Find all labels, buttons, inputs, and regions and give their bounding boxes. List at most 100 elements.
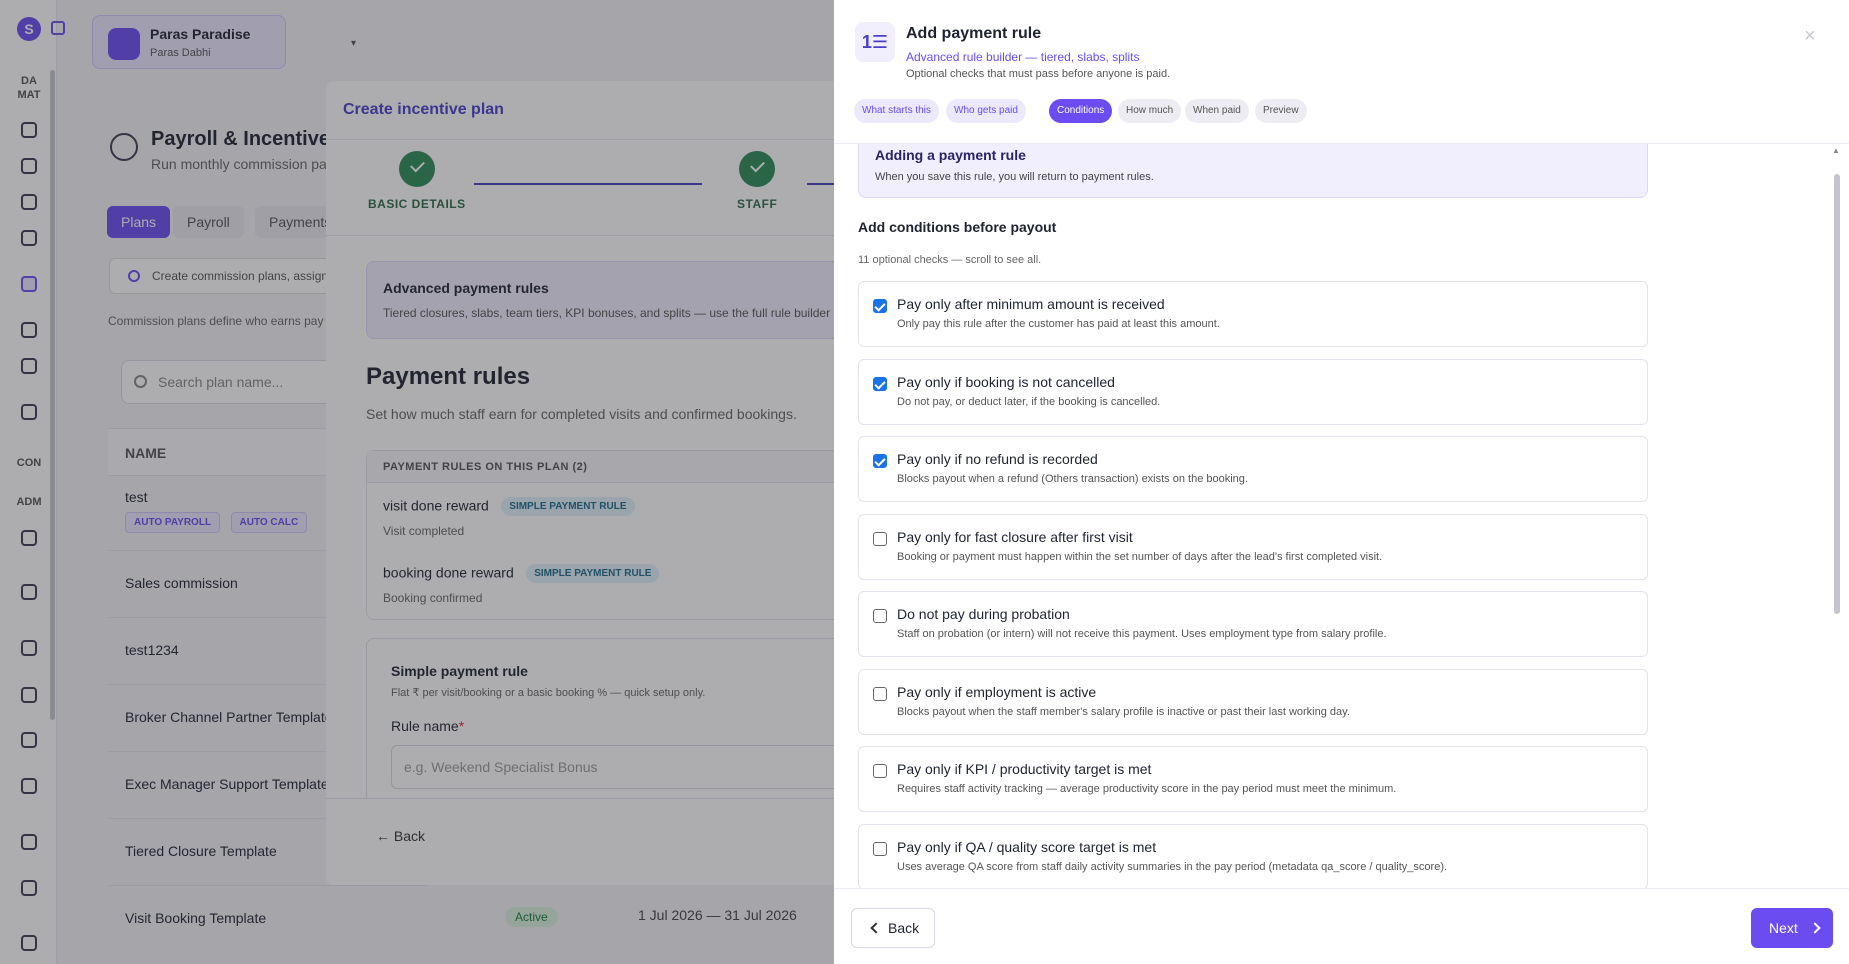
list-item[interactable]: visit done reward SIMPLE PAYMENT RULE Vi… xyxy=(383,497,635,538)
rule-type-badge: SIMPLE PAYMENT RULE xyxy=(501,497,635,516)
auto-payroll-badge: AUTO PAYROLL xyxy=(125,512,221,533)
condition-not-cancelled[interactable]: Pay only if booking is not cancelled Do … xyxy=(858,359,1648,425)
table-row[interactable]: Sales commission xyxy=(125,575,238,591)
payment-rules-list: PAYMENT RULES ON THIS PLAN (2) visit don… xyxy=(366,450,886,620)
divider xyxy=(326,139,886,140)
checklist-icon[interactable] xyxy=(21,404,37,420)
table-row[interactable]: test1234 xyxy=(125,642,179,658)
required-mark: * xyxy=(458,718,465,734)
table-row[interactable]: Broker Channel Partner Template xyxy=(125,709,333,725)
magnet-icon[interactable] xyxy=(21,158,37,174)
network-icon[interactable] xyxy=(21,732,37,748)
tab-what-starts-this[interactable]: What starts this xyxy=(854,99,939,123)
scroll-up-icon[interactable]: ▲ xyxy=(1832,146,1840,155)
adding-rule-note: Adding a payment rule When you save this… xyxy=(858,144,1648,198)
tab-how-much[interactable]: How much xyxy=(1118,99,1182,123)
phone-icon[interactable] xyxy=(21,584,37,600)
condition-probation[interactable]: Do not pay during probation Staff on pro… xyxy=(858,591,1648,657)
table-row[interactable]: test xyxy=(125,489,148,505)
building-icon[interactable] xyxy=(21,322,37,338)
condition-checkbox[interactable] xyxy=(873,842,887,856)
sidebar-section-label: DA MAT xyxy=(17,75,41,101)
step-staff[interactable]: STAFF xyxy=(737,151,777,211)
dashboard-icon[interactable] xyxy=(21,122,37,138)
condition-desc: Uses average QA score from staff daily a… xyxy=(897,861,1448,873)
tab-plans[interactable]: Plans xyxy=(107,206,171,238)
drawer-description: Optional checks that must pass before an… xyxy=(906,68,1171,80)
advanced-rules-banner[interactable]: Advanced payment rules Tiered closures, … xyxy=(366,261,886,339)
condition-desc: Requires staff activity tracking — avera… xyxy=(897,783,1397,795)
report-icon[interactable] xyxy=(21,687,37,703)
condition-fast-closure[interactable]: Pay only for fast closure after first vi… xyxy=(858,514,1648,580)
workspace-name: Paras Paradise xyxy=(150,26,251,42)
condition-checkbox[interactable] xyxy=(873,454,887,468)
drawer-scrollbar[interactable] xyxy=(1834,174,1840,614)
profile-icon[interactable] xyxy=(21,935,37,951)
search-icon xyxy=(134,375,147,388)
condition-checkbox[interactable] xyxy=(873,764,887,778)
list-icon[interactable] xyxy=(21,778,37,794)
condition-title: Pay only if employment is active xyxy=(897,684,1097,700)
condition-checkbox[interactable] xyxy=(873,687,887,701)
workspace-owner: Paras Dabhi xyxy=(150,47,211,59)
payroll-page-icon xyxy=(110,133,138,161)
condition-desc: Booking or payment must happen within th… xyxy=(897,551,1383,563)
modal-back-button[interactable]: ← Back xyxy=(376,828,425,844)
plan-badges: AUTO PAYROLL AUTO CALC xyxy=(125,512,313,533)
row-divider xyxy=(108,885,428,886)
condition-no-refund[interactable]: Pay only if no refund is recorded Blocks… xyxy=(858,436,1648,502)
user-add-icon[interactable] xyxy=(21,834,37,850)
search-placeholder: Search plan name... xyxy=(158,374,284,390)
step-label: BASIC DETAILS xyxy=(368,197,466,211)
lightbulb-icon xyxy=(128,270,140,282)
condition-title: Pay only if no refund is recorded xyxy=(897,451,1098,467)
mail-icon[interactable] xyxy=(21,640,37,656)
condition-checkbox[interactable] xyxy=(873,377,887,391)
table-row[interactable]: Visit Booking Template xyxy=(125,910,266,926)
hint-text: Create commission plans, assign xyxy=(152,269,329,283)
rule-name: booking done reward xyxy=(383,564,514,581)
tab-payroll[interactable]: Payroll xyxy=(173,206,244,238)
tab-who-gets-paid[interactable]: Who gets paid xyxy=(946,99,1026,123)
workspace-switcher[interactable]: Paras Paradise Paras Dabhi ▾ xyxy=(92,15,356,69)
table-row[interactable]: Exec Manager Support Template xyxy=(125,776,329,792)
condition-kpi-target[interactable]: Pay only if KPI / productivity target is… xyxy=(858,746,1648,812)
check-icon xyxy=(739,151,776,187)
tab-when-paid[interactable]: When paid xyxy=(1185,99,1249,123)
document-icon[interactable] xyxy=(21,194,37,210)
app-logo[interactable]: S xyxy=(17,17,41,41)
step-basic-details[interactable]: BASIC DETAILS xyxy=(368,151,466,211)
condition-qa-target[interactable]: Pay only if QA / quality score target is… xyxy=(858,824,1648,888)
drawer-body[interactable]: Adding a payment rule When you save this… xyxy=(834,144,1849,888)
users-icon[interactable] xyxy=(21,230,37,246)
payroll-icon[interactable] xyxy=(21,276,37,292)
close-icon[interactable]: × xyxy=(1804,26,1816,46)
sidebar-collapse-icon[interactable] xyxy=(51,21,65,35)
create-plan-modal: Create incentive plan BASIC DETAILS STAF… xyxy=(326,81,886,885)
sidebar-section-label: ADM xyxy=(16,496,42,508)
chevron-left-icon xyxy=(870,922,882,934)
payment-rules-list-header: PAYMENT RULES ON THIS PLAN (2) xyxy=(367,451,886,483)
condition-employment-active[interactable]: Pay only if employment is active Blocks … xyxy=(858,669,1648,735)
page-subtitle: Run monthly commission pa xyxy=(151,156,327,172)
condition-checkbox[interactable] xyxy=(873,609,887,623)
next-button[interactable]: Next xyxy=(1751,908,1833,948)
whatsapp-icon[interactable] xyxy=(21,530,37,546)
sidebar-scrollbar[interactable] xyxy=(50,70,55,720)
list-item[interactable]: booking done reward SIMPLE PAYMENT RULE … xyxy=(383,564,660,605)
chevron-down-icon: ▾ xyxy=(351,38,357,49)
user-settings-icon[interactable] xyxy=(21,880,37,896)
condition-checkbox[interactable] xyxy=(873,532,887,546)
back-button[interactable]: Back xyxy=(851,908,935,948)
workspace-icon xyxy=(108,28,140,60)
auto-calc-badge: AUTO CALC xyxy=(230,512,308,533)
condition-title: Pay only after minimum amount is receive… xyxy=(897,296,1165,312)
condition-min-amount[interactable]: Pay only after minimum amount is receive… xyxy=(858,281,1648,347)
tab-preview[interactable]: Preview xyxy=(1255,99,1307,123)
condition-desc: Only pay this rule after the customer ha… xyxy=(897,318,1220,330)
monitor-icon[interactable] xyxy=(21,358,37,374)
condition-checkbox[interactable] xyxy=(873,299,887,313)
table-row[interactable]: Tiered Closure Template xyxy=(125,843,277,859)
rule-name-input[interactable]: e.g. Weekend Specialist Bonus xyxy=(391,745,886,789)
tab-conditions[interactable]: Conditions xyxy=(1049,99,1113,123)
